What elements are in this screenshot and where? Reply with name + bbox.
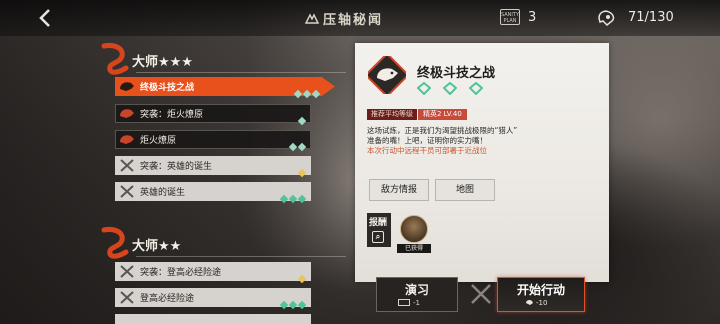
plan-count: 3	[528, 10, 537, 25]
reward-portrait	[400, 215, 428, 243]
reward-tab-label: 报酬	[369, 218, 388, 228]
stage-item-bg	[115, 314, 311, 324]
tier-label: 大师★★★	[132, 55, 193, 70]
sanity-plan-icon: SANITY PLAN	[500, 9, 520, 25]
reward-tab[interactable]: 报酬 ⌕	[367, 213, 391, 247]
divider-cross-icon	[471, 284, 491, 304]
event-emblem-icon	[305, 13, 319, 24]
recommended-level-value: 精英2 LV.40	[418, 109, 467, 120]
recommended-level-key: 推荐平均等级	[367, 109, 417, 120]
tier-divider	[136, 256, 346, 257]
rank-diamonds	[278, 293, 307, 310]
stage-item-climb[interactable]: 登高必经险途	[115, 288, 335, 310]
top-bar: 压轴秘闻 SANITY PLAN 3 71/130	[0, 0, 720, 36]
rank-diamonds	[296, 267, 307, 284]
boar-icon	[120, 82, 134, 91]
stage-item-ultimate-arena[interactable]: 终极斗技之战	[115, 77, 335, 99]
stage-item-partial[interactable]	[115, 314, 335, 324]
recommended-level: 推荐平均等级 精英2 LV.40	[367, 109, 467, 120]
crossed-swords-icon	[120, 159, 134, 172]
description-line: 这场试炼，正是我们为渴望挑战极限的“猎人”	[367, 126, 518, 135]
reward-status-badge: 已获得	[397, 244, 431, 253]
game-background: 压轴秘闻 SANITY PLAN 3 71/130 大师★★★ 终极斗技之战 突…	[0, 0, 720, 324]
event-title-text: 压轴秘闻	[323, 13, 384, 28]
sanity-value: 71/130	[628, 10, 674, 25]
practice-button[interactable]: 演习 -1	[376, 277, 458, 312]
rank-diamonds	[287, 135, 307, 152]
stage-item-raid-climb[interactable]: 突袭：登高必经险途	[115, 262, 335, 284]
reward-item[interactable]: 已获得	[397, 215, 431, 253]
stage-name: 英雄的诞生	[140, 188, 186, 198]
stage-detail-title: 终极斗技之战	[417, 66, 496, 81]
enemy-intel-button[interactable]: 敌方情报	[369, 179, 429, 201]
start-operation-button[interactable]: 开始行动 -10	[497, 277, 585, 312]
tier-brush-icon	[101, 227, 129, 259]
map-button[interactable]: 地图	[435, 179, 495, 201]
description-line: 准备的嘴！上吧，证明你的实力嘴！	[367, 136, 487, 145]
crossed-swords-icon	[120, 185, 134, 198]
practice-label: 演习	[404, 283, 429, 297]
stage-item-torch[interactable]: 炬火燎原	[115, 130, 335, 152]
rank-diamonds	[292, 82, 321, 99]
description-warning: 本次行动中远程干员可部署于近战位	[367, 146, 487, 155]
rank-diamonds	[278, 187, 307, 204]
boar-emblem-icon	[368, 56, 406, 94]
clear-badge-icon	[468, 80, 484, 96]
stage-description: 这场试炼，正是我们为渴望挑战极限的“猎人” 准备的嘴！上吧，证明你的实力嘴！ 本…	[367, 126, 597, 156]
magnifier-icon: ⌕	[372, 231, 384, 243]
practice-cost: -1	[398, 299, 420, 307]
stage-name: 突袭：登高必经险途	[140, 268, 222, 278]
clear-badge-icon	[442, 80, 458, 96]
stage-name: 终极斗技之战	[140, 83, 195, 93]
sanity-small-icon	[526, 299, 533, 305]
stage-name: 登高必经险途	[140, 294, 195, 304]
plan-icon-label: SANITY PLAN	[501, 12, 520, 24]
stage-name: 突袭：英雄的诞生	[140, 162, 213, 172]
boar-icon	[120, 135, 134, 144]
stage-item-raid-torch[interactable]: 突袭：炬火燎原	[115, 104, 335, 126]
stage-detail-panel: 终极斗技之战 推荐平均等级 精英2 LV.40 这场试炼，正是我们为渴望挑战极限的…	[355, 43, 609, 282]
stage-name: 炬火燎原	[140, 136, 177, 146]
tier-label: 大师★★	[132, 239, 182, 254]
sanity-icon[interactable]	[597, 9, 617, 27]
clear-badges	[416, 80, 490, 96]
boar-icon	[120, 109, 134, 118]
event-title: 压轴秘闻	[305, 9, 383, 28]
start-cost: -10	[525, 299, 547, 307]
clear-badge-icon	[416, 80, 432, 96]
crossed-swords-icon	[120, 291, 134, 304]
stage-item-raid-hero[interactable]: 突袭：英雄的诞生	[115, 156, 335, 178]
plan-ticket-icon	[398, 299, 410, 306]
practice-cost-value: -1	[413, 299, 420, 307]
back-button[interactable]	[34, 6, 58, 30]
rank-diamonds	[296, 161, 307, 178]
rank-diamonds	[296, 109, 307, 126]
crossed-swords-icon	[120, 265, 134, 278]
tier-brush-icon	[101, 43, 129, 75]
tier-divider	[136, 72, 346, 73]
chevron-left-icon	[39, 9, 50, 27]
start-cost-value: -10	[536, 299, 548, 307]
stage-item-hero[interactable]: 英雄的诞生	[115, 182, 335, 204]
start-label: 开始行动	[516, 283, 565, 297]
stage-name: 突袭：炬火燎原	[140, 110, 204, 120]
